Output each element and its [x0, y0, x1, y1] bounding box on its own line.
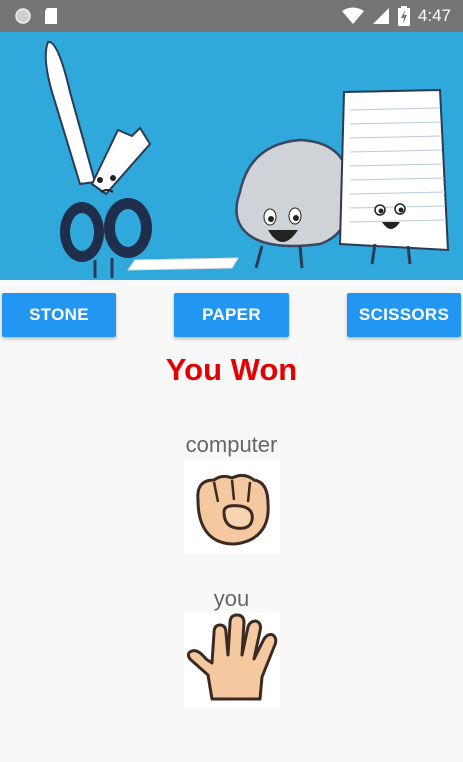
- scissors-button[interactable]: SCISSORS: [347, 293, 461, 337]
- computer-choice-image: [184, 460, 280, 554]
- rock-paper-scissors-illustration: [44, 41, 450, 278]
- status-time: 4:47: [417, 6, 451, 25]
- signal-icon: [372, 8, 389, 24]
- sd-card-icon: [45, 8, 57, 24]
- computer-label: computer: [185, 432, 278, 457]
- fist-icon: [196, 473, 270, 546]
- hero-illustration: [0, 32, 463, 280]
- wifi-icon: [341, 7, 364, 24]
- result-text: You Won: [165, 352, 298, 387]
- rock-character-icon: [235, 138, 352, 269]
- battery-charging-icon: [397, 6, 410, 26]
- notification-circle-icon: [15, 8, 31, 24]
- open-hand-icon: [186, 613, 278, 701]
- stone-button[interactable]: STONE: [2, 293, 116, 337]
- player-choice-image: [184, 613, 280, 707]
- scissors-character-icon: [44, 41, 152, 278]
- paper-button[interactable]: PAPER: [174, 293, 289, 337]
- paper-character-icon: [338, 88, 450, 265]
- status-bar: 4:47: [0, 0, 463, 32]
- player-label: you: [213, 586, 250, 611]
